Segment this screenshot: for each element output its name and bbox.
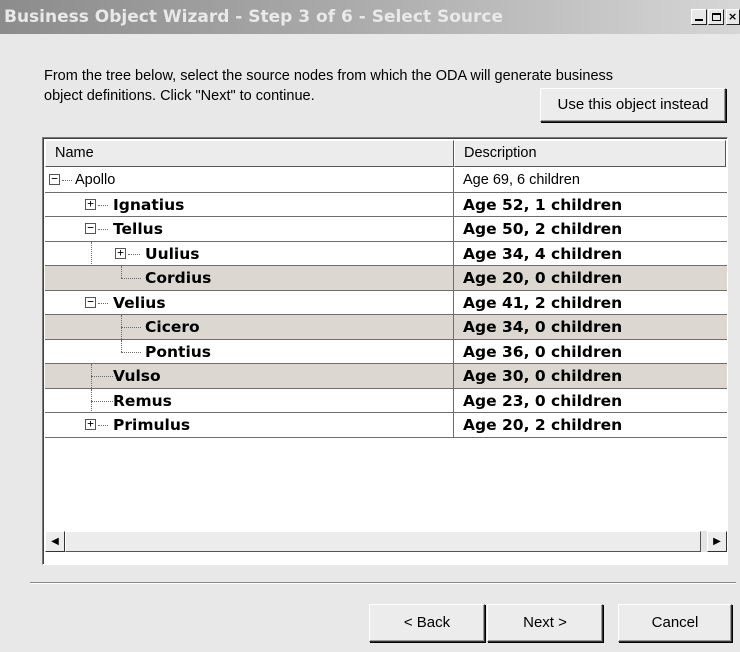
name-cell: − Apollo xyxy=(45,168,454,192)
wizard-window: Business Object Wizard - Step 3 of 6 - S… xyxy=(0,0,740,652)
description-cell: Age 34, 0 children xyxy=(463,318,623,336)
tree-row-cordius[interactable]: Cordius Age 20, 0 children xyxy=(45,266,727,291)
node-label: Vulso xyxy=(113,367,161,385)
expand-icon[interactable]: + xyxy=(85,418,96,430)
description-cell: Age 52, 1 children xyxy=(463,195,623,214)
tree-connector xyxy=(98,425,108,426)
tree-row-pontius[interactable]: Pontius Age 36, 0 children xyxy=(45,339,727,364)
tree-connector xyxy=(121,351,141,353)
tree-connector xyxy=(91,241,92,266)
tree-row-vulso[interactable]: Vulso Age 30, 0 children xyxy=(45,364,727,389)
tree-row-velius[interactable]: − Velius Age 41, 2 children xyxy=(45,290,727,315)
node-label: Ignatius xyxy=(113,195,185,214)
name-cell: + Uulius xyxy=(45,241,454,266)
description-cell: Age 20, 2 children xyxy=(463,416,623,434)
expand-icon[interactable]: + xyxy=(115,247,126,259)
tree-rows: − Apollo Age 69, 6 children + Ignatius A… xyxy=(45,168,727,438)
instruction-line-1: From the tree below, select the source n… xyxy=(44,68,614,84)
description-cell: Age 41, 2 children xyxy=(463,293,623,312)
cancel-button[interactable]: Cancel xyxy=(618,604,732,642)
maximize-button[interactable] xyxy=(708,9,724,25)
node-label: Apollo xyxy=(75,172,116,188)
next-button[interactable]: Next > xyxy=(487,604,603,642)
name-cell: Cordius xyxy=(45,266,454,290)
tree-row-apollo[interactable]: − Apollo Age 69, 6 children xyxy=(45,168,727,193)
description-cell: Age 69, 6 children xyxy=(463,172,580,188)
tree-connector xyxy=(91,400,113,402)
tree-connector xyxy=(128,253,140,255)
tree-connector xyxy=(121,339,122,352)
collapse-icon[interactable]: − xyxy=(85,222,96,234)
collapse-icon[interactable]: − xyxy=(85,296,96,308)
title-bar[interactable]: Business Object Wizard - Step 3 of 6 - S… xyxy=(0,0,740,34)
name-cell: + Primulus xyxy=(45,413,454,437)
column-header-description[interactable]: Description xyxy=(454,140,726,167)
tree-row-ignatius[interactable]: + Ignatius Age 52, 1 children xyxy=(45,192,727,217)
tree-connector xyxy=(121,266,122,278)
node-label: Pontius xyxy=(145,342,212,361)
name-cell: − Velius xyxy=(45,290,454,315)
close-button[interactable]: × xyxy=(726,9,740,25)
description-cell: Age 36, 0 children xyxy=(463,342,623,361)
arrow-left-icon: ◀ xyxy=(51,536,59,547)
tree-connector xyxy=(98,204,108,206)
description-cell: Age 20, 0 children xyxy=(463,269,623,287)
scroll-thumb[interactable] xyxy=(65,531,701,552)
name-cell: Cicero xyxy=(45,315,454,339)
scroll-right-button[interactable]: ▶ xyxy=(707,531,727,552)
node-label: Primulus xyxy=(113,416,191,434)
tree-connector xyxy=(62,180,72,181)
name-cell: − Tellus xyxy=(45,217,454,241)
tree-row-cicero[interactable]: Cicero Age 34, 0 children xyxy=(45,315,727,340)
window-title: Business Object Wizard - Step 3 of 6 - S… xyxy=(4,7,504,27)
minimize-icon xyxy=(695,19,703,21)
tree-connector xyxy=(98,229,108,230)
expand-icon[interactable]: + xyxy=(85,198,96,210)
window-controls: × xyxy=(674,9,740,26)
node-label: Velius xyxy=(113,293,166,312)
source-tree[interactable]: Name Description − Apollo Age 69, 6 chil… xyxy=(42,137,728,565)
tree-row-tellus[interactable]: − Tellus Age 50, 2 children xyxy=(45,217,727,242)
node-label: Tellus xyxy=(113,220,163,238)
arrow-right-icon: ▶ xyxy=(713,536,721,547)
close-icon: × xyxy=(728,10,738,23)
tree-connector xyxy=(98,302,108,304)
name-cell: Vulso xyxy=(45,364,454,388)
node-label: Cordius xyxy=(145,269,212,287)
description-cell: Age 50, 2 children xyxy=(463,220,623,238)
description-cell: Age 23, 0 children xyxy=(463,391,623,410)
minimize-button[interactable] xyxy=(691,9,707,25)
maximize-icon xyxy=(712,13,721,21)
back-button[interactable]: < Back xyxy=(369,604,485,642)
tree-row-remus[interactable]: Remus Age 23, 0 children xyxy=(45,388,727,413)
node-label: Uulius xyxy=(145,244,200,263)
name-cell: Pontius xyxy=(45,339,454,364)
use-this-object-button[interactable]: Use this object instead xyxy=(540,88,726,122)
tree-connector xyxy=(121,327,141,328)
description-cell: Age 34, 4 children xyxy=(463,244,623,263)
horizontal-scrollbar[interactable]: ◀ ▶ xyxy=(45,531,727,552)
name-cell: + Ignatius xyxy=(45,192,454,217)
tree-connector xyxy=(91,376,113,377)
column-header-name[interactable]: Name xyxy=(45,140,454,167)
tree-row-uulius[interactable]: + Uulius Age 34, 4 children xyxy=(45,241,727,266)
tree-row-primulus[interactable]: + Primulus Age 20, 2 children xyxy=(45,413,727,438)
description-cell: Age 30, 0 children xyxy=(463,367,623,385)
node-label: Remus xyxy=(113,391,172,410)
name-cell: Remus xyxy=(45,388,454,413)
node-label: Cicero xyxy=(145,318,200,336)
tree-connector xyxy=(121,278,141,279)
collapse-icon[interactable]: − xyxy=(49,173,60,185)
scroll-left-button[interactable]: ◀ xyxy=(45,531,65,552)
footer-separator xyxy=(30,582,736,584)
